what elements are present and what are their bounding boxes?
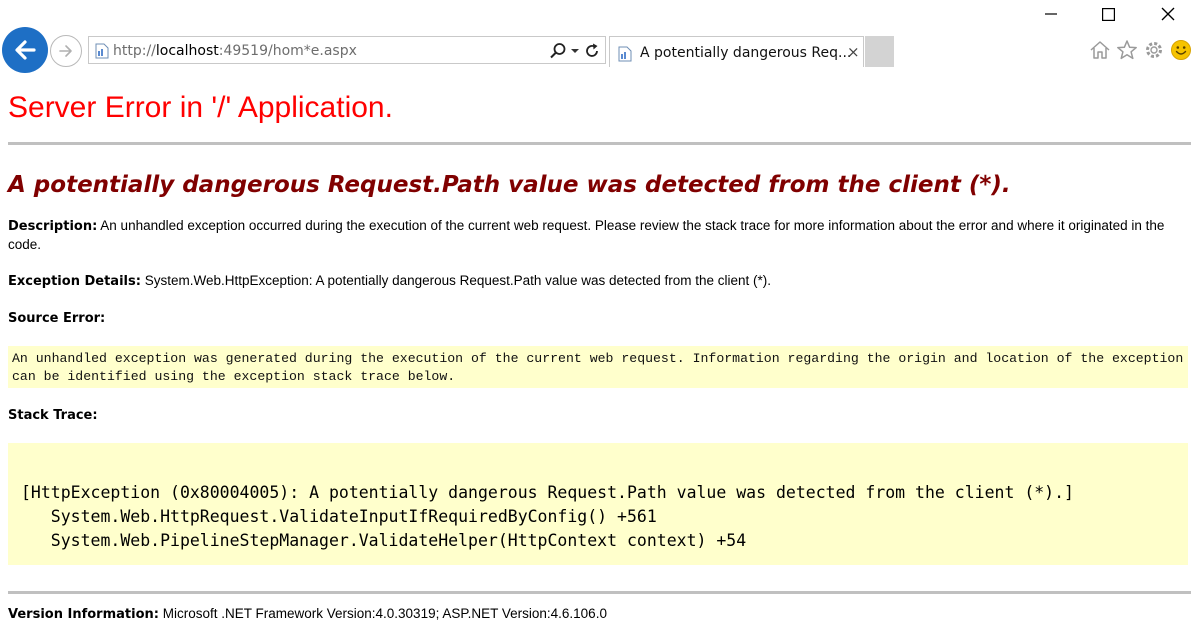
- exception-details-label: Exception Details:: [8, 274, 141, 289]
- back-button[interactable]: [2, 27, 48, 73]
- settings-gear-icon[interactable]: [1142, 38, 1165, 61]
- version-information-paragraph: Version Information: Microsoft .NET Fram…: [8, 605, 1191, 624]
- search-icon[interactable]: [549, 42, 567, 60]
- page-title: Server Error in '/' Application.: [8, 91, 393, 124]
- dropdown-icon[interactable]: [570, 42, 580, 60]
- browser-chrome: http://localhost:49519/hom*e.aspx A pote…: [0, 0, 1198, 73]
- source-error-box: An unhandled exception was generated dur…: [8, 346, 1188, 388]
- close-icon: [1161, 7, 1175, 21]
- error-subtitle: A potentially dangerous Request.Path val…: [8, 172, 1011, 198]
- forward-arrow-icon: [59, 45, 72, 57]
- browser-tab[interactable]: A potentially dangerous Req... ×: [609, 36, 864, 67]
- source-error-paragraph: Source Error:: [8, 309, 1191, 328]
- title-divider: [8, 142, 1191, 145]
- exception-details-paragraph: Exception Details: System.Web.HttpExcept…: [8, 272, 1191, 291]
- close-window-button[interactable]: [1145, 0, 1191, 28]
- stack-trace-paragraph: Stack Trace:: [8, 406, 1191, 425]
- description-text: An unhandled exception occurred during t…: [8, 218, 1165, 252]
- forward-button[interactable]: [50, 35, 82, 67]
- stack-trace-box: [HttpException (0x80004005): A potential…: [8, 443, 1188, 565]
- source-error-label: Source Error:: [8, 311, 106, 326]
- home-icon[interactable]: [1088, 38, 1111, 61]
- tab-title: A potentially dangerous Req...: [640, 45, 852, 61]
- new-tab-button[interactable]: [865, 36, 894, 67]
- tab-close-button[interactable]: ×: [847, 43, 860, 61]
- minimize-icon: [1045, 13, 1057, 15]
- stack-trace-label: Stack Trace:: [8, 408, 98, 423]
- favorites-star-icon[interactable]: [1115, 38, 1138, 61]
- stack-trace-line: System.Web.PipelineStepManager.ValidateH…: [21, 531, 747, 550]
- description-label: Description:: [8, 219, 98, 234]
- source-error-text: An unhandled exception was generated dur…: [12, 351, 1184, 384]
- description-paragraph: Description: An unhandled exception occu…: [8, 217, 1168, 254]
- footer-divider: [8, 591, 1191, 594]
- minimize-button[interactable]: [1028, 0, 1074, 28]
- smiley-feedback-icon[interactable]: [1169, 38, 1192, 61]
- maximize-button[interactable]: [1085, 0, 1131, 28]
- exception-details-text: System.Web.HttpException: A potentially …: [144, 273, 772, 288]
- address-url[interactable]: http://localhost:49519/hom*e.aspx: [113, 43, 357, 59]
- address-path: :49519/hom*e.aspx: [218, 43, 357, 59]
- version-information-text: Microsoft .NET Framework Version:4.0.303…: [162, 606, 607, 621]
- refresh-icon[interactable]: [583, 42, 601, 60]
- stack-trace-line: System.Web.HttpRequest.ValidateInputIfRe…: [21, 507, 657, 526]
- page-icon: [95, 43, 109, 59]
- address-bar[interactable]: http://localhost:49519/hom*e.aspx: [88, 36, 606, 64]
- version-information-label: Version Information:: [8, 607, 159, 622]
- maximize-icon: [1101, 7, 1115, 21]
- error-page: Server Error in '/' Application. A poten…: [8, 72, 1191, 624]
- tab-page-icon: [618, 46, 632, 62]
- address-host: localhost: [155, 43, 219, 59]
- stack-trace-line: [HttpException (0x80004005): A potential…: [21, 483, 1074, 502]
- back-arrow-icon: [15, 40, 36, 60]
- address-prefix: http://: [113, 43, 156, 59]
